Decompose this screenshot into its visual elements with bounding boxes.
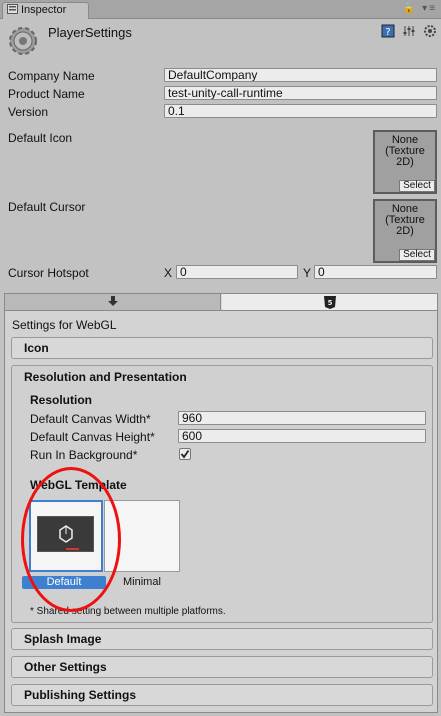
inspector-header: PlayerSettings ? [0, 19, 441, 64]
template-default-thumbnail[interactable] [29, 500, 103, 572]
template-minimal-label[interactable]: Minimal [123, 576, 161, 588]
template-minimal-thumbnail[interactable] [104, 500, 180, 572]
download-icon [107, 296, 118, 306]
version-label: Version [8, 105, 49, 119]
resolution-heading: Resolution [30, 393, 92, 407]
run-in-background-label: Run In Background* [30, 448, 138, 462]
shared-setting-note: * Shared setting between multiple platfo… [30, 606, 226, 617]
hotspot-x-field[interactable]: 0 [176, 265, 298, 279]
player-settings-gear-icon [9, 27, 37, 55]
section-resolution-presentation: Resolution and Presentation Resolution D… [11, 365, 433, 623]
canvas-width-label: Default Canvas Width* [30, 412, 151, 426]
tab-label: Inspector [21, 4, 67, 16]
hotspot-y-field[interactable]: 0 [314, 265, 437, 279]
company-name-label: Company Name [8, 69, 95, 83]
hotspot-y-label: Y [303, 266, 312, 280]
run-in-background-checkbox[interactable] [179, 448, 191, 460]
section-publishing-settings[interactable]: Publishing Settings [11, 684, 433, 706]
tab-inspector[interactable]: Inspector [2, 2, 89, 19]
company-name-field[interactable]: DefaultCompany [164, 68, 437, 82]
default-cursor-select-button[interactable]: Select [399, 249, 435, 261]
header-icons: ? [377, 24, 437, 38]
unity-logo-icon [59, 525, 79, 550]
tab-tools[interactable]: 🔒 ▾≡ [403, 3, 437, 14]
default-cursor-label: Default Cursor [8, 200, 86, 214]
tab-bar: Inspector 🔒 ▾≡ [0, 0, 441, 19]
product-name-label: Product Name [8, 87, 85, 101]
section-splash-image[interactable]: Splash Image [11, 628, 433, 650]
svg-text:5: 5 [327, 299, 332, 307]
canvas-height-label: Default Canvas Height* [30, 430, 155, 444]
template-default-preview [37, 516, 94, 552]
settings-gear-icon[interactable] [423, 24, 437, 38]
hotspot-x-label: X [164, 266, 173, 280]
product-name-field[interactable]: test-unity-call-runtime [164, 86, 437, 100]
info-icon [7, 4, 18, 14]
section-icon[interactable]: Icon [11, 337, 433, 359]
default-icon-texture-text: None (Texture 2D) [385, 134, 425, 168]
tab-webgl[interactable]: 5 [222, 294, 437, 310]
cursor-hotspot-label: Cursor Hotspot [8, 266, 89, 280]
section-resolution-presentation-title[interactable]: Resolution and Presentation [24, 370, 187, 384]
platform-settings-panel: Settings for WebGL Icon Resolution and P… [4, 311, 438, 713]
template-default-label[interactable]: Default [22, 576, 106, 589]
settings-for-label: Settings for WebGL [12, 318, 117, 332]
html5-icon: 5 [323, 296, 336, 309]
default-icon-label: Default Icon [8, 131, 73, 145]
page-title: PlayerSettings [48, 25, 132, 40]
platform-tabs: 5 [4, 293, 438, 311]
svg-text:?: ? [385, 27, 390, 38]
canvas-height-field[interactable]: 600 [178, 429, 426, 443]
tab-standalone[interactable] [5, 294, 221, 310]
webgl-template-heading: WebGL Template [30, 478, 127, 492]
default-cursor-texture-text: None (Texture 2D) [385, 203, 425, 237]
preset-sliders-icon[interactable] [402, 24, 416, 38]
default-icon-select-button[interactable]: Select [399, 180, 435, 192]
canvas-width-field[interactable]: 960 [178, 411, 426, 425]
default-icon-texture-slot[interactable]: None (Texture 2D) Select [373, 130, 437, 194]
version-field[interactable]: 0.1 [164, 104, 437, 118]
default-cursor-texture-slot[interactable]: None (Texture 2D) Select [373, 199, 437, 263]
section-other-settings[interactable]: Other Settings [11, 656, 433, 678]
help-book-icon[interactable]: ? [381, 24, 395, 38]
checkmark-icon [180, 449, 190, 459]
